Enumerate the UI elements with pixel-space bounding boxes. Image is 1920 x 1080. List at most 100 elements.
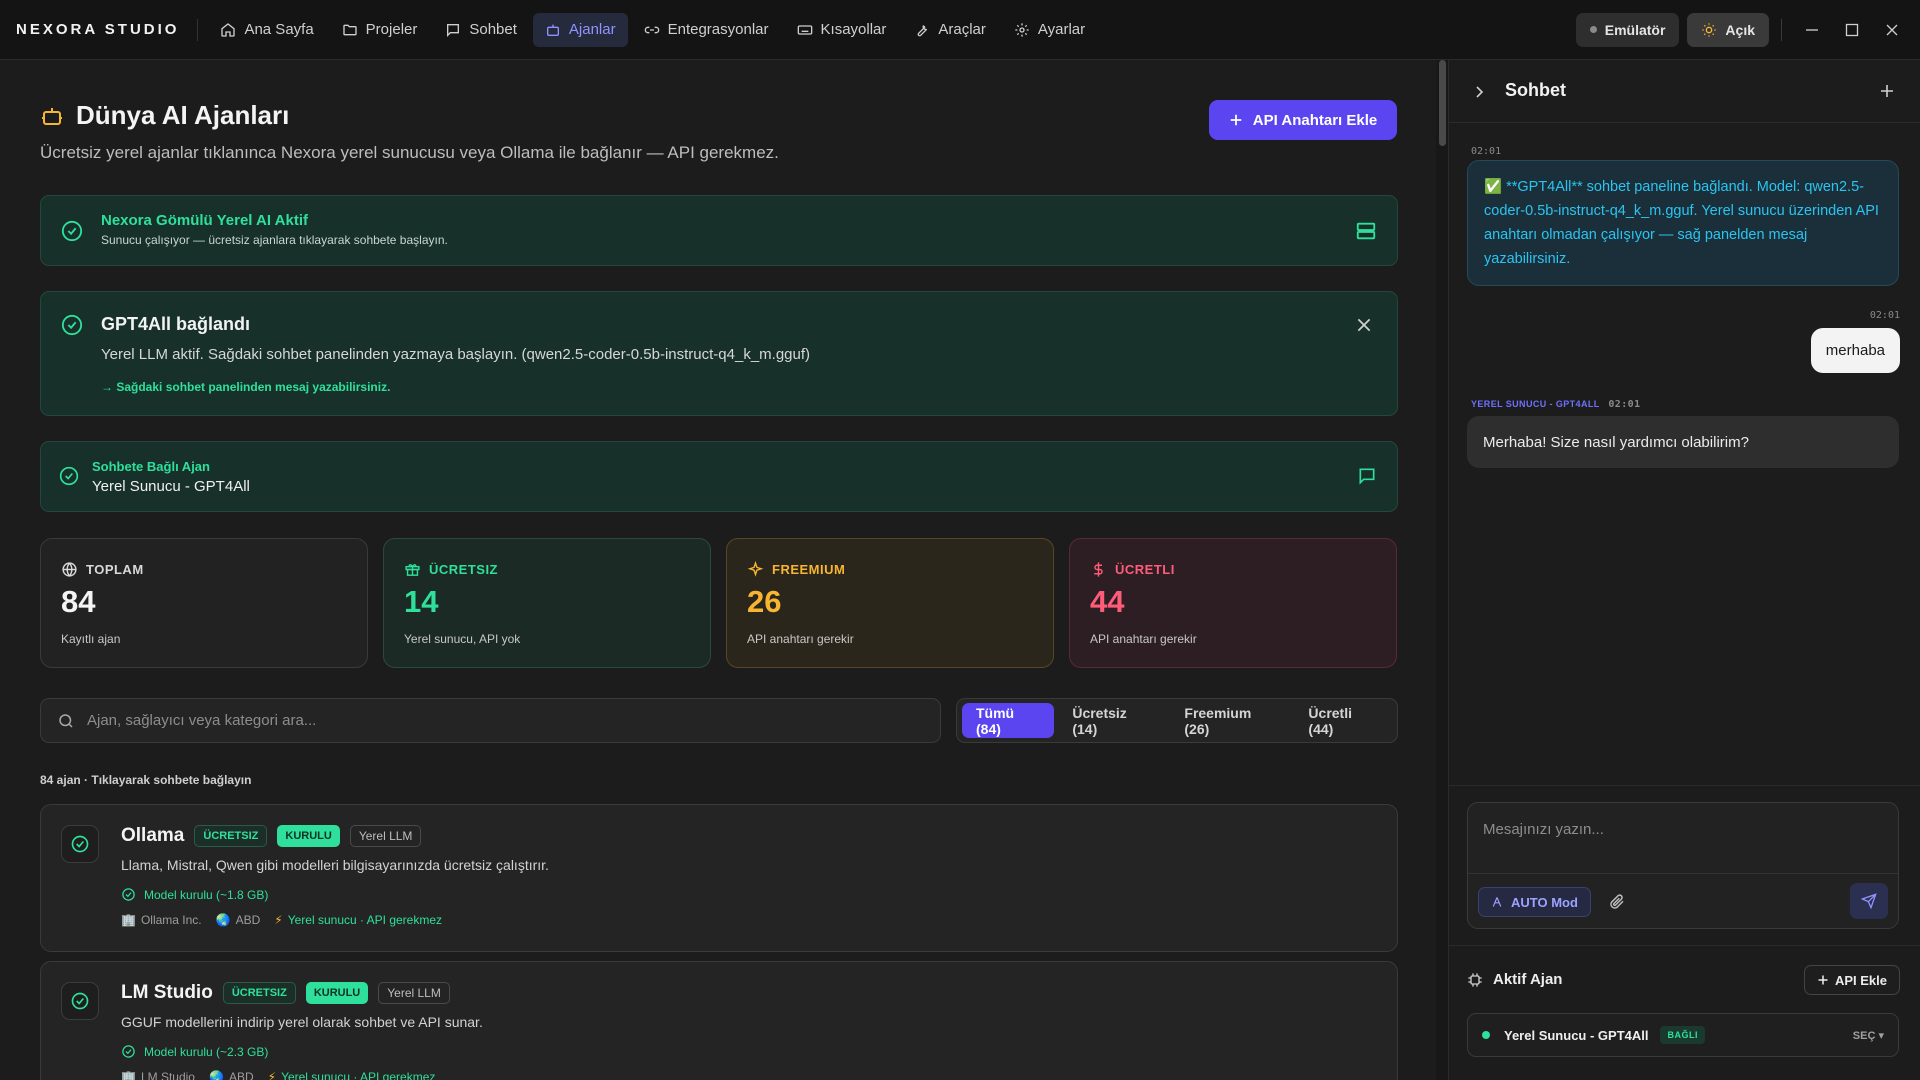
message-input[interactable]: Mesajınızı yazın... <box>1483 821 1604 838</box>
scrollbar-thumb[interactable] <box>1439 60 1446 146</box>
model-text: Model kurulu (~1.8 GB) <box>144 887 269 902</box>
nav-label: Ayarlar <box>1037 21 1086 38</box>
server-icon[interactable] <box>1355 220 1377 242</box>
add-api-key-button[interactable]: API Anahtarı Ekle <box>1209 100 1397 140</box>
user-message: merhaba <box>1810 328 1900 373</box>
attachment-icon[interactable] <box>1608 893 1626 911</box>
maximize-icon <box>1845 23 1859 36</box>
agent-model: Model kurulu (~2.3 GB) <box>121 1044 268 1059</box>
select-dropdown[interactable]: SEÇ ▾ <box>1853 1029 1884 1042</box>
stat-card-paid[interactable]: ÜCRETLI 44 API anahtarı gerekir <box>1069 538 1397 668</box>
plus-icon <box>1818 975 1828 985</box>
emulator-label: Emülatör <box>1604 21 1666 38</box>
plus-icon[interactable] <box>1879 83 1895 99</box>
stat-label: FREEMIUM <box>747 561 845 578</box>
stat-label-text: ÜCRETLI <box>1115 562 1175 577</box>
stat-card-freemium[interactable]: FREEMIUM 26 API anahtarı gerekir <box>726 538 1054 668</box>
company-text: Ollama Inc. <box>140 913 202 927</box>
nav-shortcuts[interactable]: Kısayollar <box>785 13 899 47</box>
agent-count: 84 ajan · Tıklayarak sohbete bağlayın <box>40 773 252 787</box>
country-text: ABD <box>228 1070 254 1080</box>
agent-name: LM Studio <box>121 982 213 1003</box>
message-icon[interactable] <box>1357 466 1377 486</box>
link-icon <box>644 26 659 33</box>
country-text: ABD <box>235 913 261 927</box>
stat-sub: Yerel sunucu, API yok <box>404 632 521 646</box>
send-icon <box>1861 893 1877 909</box>
gift-icon <box>405 564 420 576</box>
message-time: 02:01 <box>1608 399 1641 410</box>
globe-icon: 🌏 <box>208 1070 224 1080</box>
sparkle-icon <box>747 561 764 577</box>
filter-free[interactable]: Ücretsiz (14) <box>1058 703 1166 738</box>
close-window-button[interactable] <box>1872 10 1912 50</box>
sender-name: YEREL SUNUCU - GPT4ALL <box>1471 399 1600 409</box>
nav-tools[interactable]: Araçlar <box>902 13 998 47</box>
nav-integrations[interactable]: Entegrasyonlar <box>632 13 781 47</box>
close-icon <box>1886 24 1898 35</box>
search-input[interactable] <box>87 712 907 729</box>
status-badge: BAĞLI <box>1660 1026 1705 1044</box>
company-text: LM Studio <box>140 1070 195 1080</box>
theme-toggle-button[interactable]: Açık <box>1687 12 1769 47</box>
main-scrollbar[interactable] <box>1436 60 1448 1080</box>
filter-all[interactable]: Tümü (84) <box>962 703 1055 738</box>
filter-tabs: Tümü (84) Ücretsiz (14) Freemium (26) Üc… <box>956 698 1398 743</box>
sun-icon <box>1702 22 1717 37</box>
price-tag: ÜCRETSIZ <box>194 825 268 847</box>
add-api-button[interactable]: API Ekle <box>1803 965 1900 995</box>
maximize-button[interactable] <box>1832 10 1872 50</box>
globe-icon <box>62 562 77 577</box>
check-circle-icon <box>61 314 83 336</box>
agent-message: Merhaba! Size nasıl yardımcı olabilirim? <box>1467 416 1899 468</box>
search-icon <box>59 713 73 728</box>
agent-model: Model kurulu (~1.8 GB) <box>121 887 268 902</box>
minimize-button[interactable] <box>1792 10 1832 50</box>
status-dot <box>1589 26 1597 33</box>
keyboard-icon <box>797 24 812 35</box>
close-icon[interactable] <box>1355 316 1373 334</box>
stat-sub: API anahtarı gerekir <box>747 632 854 646</box>
chevron-right-icon[interactable] <box>1471 84 1487 100</box>
nav-label: Sohbet <box>469 21 517 38</box>
agent-icon-box <box>61 982 99 1020</box>
filter-paid[interactable]: Ücretli (44) <box>1294 703 1392 738</box>
dollar-icon <box>1094 562 1103 577</box>
page-title: Dünya AI Ajanları <box>76 100 290 130</box>
filter-freemium[interactable]: Freemium (26) <box>1170 703 1290 738</box>
agent-description: GGUF modellerini indirip yerel olarak so… <box>121 1014 483 1030</box>
stat-label-text: TOPLAM <box>86 562 144 577</box>
agent-card[interactable]: LM Studio ÜCRETSIZ KURULU Yerel LLM GGUF… <box>40 961 1398 1080</box>
server-text: Yerel sunucu · API gerekmez <box>281 1070 436 1080</box>
stat-label-text: ÜCRETSIZ <box>429 562 498 577</box>
agent-card[interactable]: Ollama ÜCRETSIZ KURULU Yerel LLM Llama, … <box>40 804 1398 952</box>
connected-banner: GPT4All bağlandı Yerel LLM aktif. Sağdak… <box>40 291 1398 416</box>
stat-card-total: TOPLAM 84 Kayıtlı ajan <box>40 538 368 668</box>
company: 🏢 LM Studio <box>121 1070 195 1080</box>
agent-card-header: Ollama ÜCRETSIZ KURULU Yerel LLM <box>121 825 422 847</box>
agent-name: Ollama <box>121 825 185 846</box>
chat-title: Sohbet <box>1505 80 1566 100</box>
globe-icon: 🌏 <box>215 913 231 927</box>
nav-label: Ajanlar <box>568 21 616 38</box>
agent-meta: 🏢 LM Studio 🌏 ABD ⚡ Yerel sunucu · API gere… <box>121 1070 435 1080</box>
emulator-button[interactable]: Emülatör <box>1575 12 1680 47</box>
check-circle-icon <box>71 835 89 853</box>
nav-settings[interactable]: Ayarlar <box>1002 13 1097 47</box>
nav-home[interactable]: Ana Sayfa <box>208 13 325 47</box>
nav-agents[interactable]: Ajanlar <box>532 12 628 47</box>
add-api-key-label: API Anahtarı Ekle <box>1252 111 1378 129</box>
auto-mode-button[interactable]: AUTO Mod <box>1478 887 1591 917</box>
stat-label: TOPLAM <box>61 561 144 578</box>
send-button[interactable] <box>1850 883 1888 919</box>
theme-label: Açık <box>1725 21 1755 38</box>
stat-card-free[interactable]: ÜCRETSIZ 14 Yerel sunucu, API yok <box>383 538 711 668</box>
check-circle-icon <box>122 888 135 901</box>
nav-chat[interactable]: Sohbet <box>433 13 529 47</box>
nav-projects[interactable]: Projeler <box>330 13 430 47</box>
bolt-icon: ⚡ <box>274 913 283 927</box>
active-agent-row[interactable]: Yerel Sunucu - GPT4All BAĞLI SEÇ ▾ <box>1467 1013 1899 1057</box>
banner-hint: → Sağdaki sohbet panelinden mesaj yazabi… <box>101 380 391 394</box>
top-right-controls: Emülatör Açık <box>1575 0 1920 60</box>
agent-icon <box>1492 897 1502 907</box>
